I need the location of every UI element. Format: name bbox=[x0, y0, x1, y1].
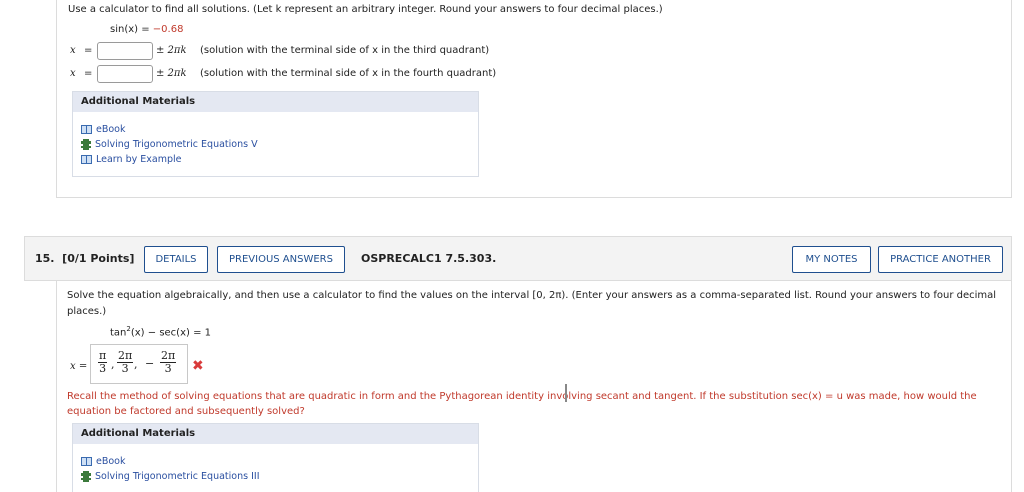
learn-by-example-label: Learn by Example bbox=[96, 154, 182, 165]
details-button[interactable]: DETAILS bbox=[144, 246, 208, 273]
instruction-text: Use a calculator to find all solutions. … bbox=[68, 4, 663, 15]
ebook-link-label: eBook bbox=[96, 124, 126, 135]
third-quadrant-answer-input[interactable] bbox=[97, 42, 153, 60]
equals-sign: = bbox=[84, 68, 93, 79]
previous-answers-button[interactable]: PREVIOUS ANSWERS bbox=[217, 246, 345, 273]
question-header: 15. [0/1 Points] DETAILS PREVIOUS ANSWER… bbox=[24, 236, 1012, 281]
hint-text: Recall the method of solving equations t… bbox=[67, 391, 977, 417]
incorrect-icon: ✖ bbox=[192, 358, 204, 374]
text-cursor bbox=[565, 384, 567, 402]
question-text: Solve the equation algebraically, and th… bbox=[67, 290, 997, 317]
additional-materials-title: Additional Materials bbox=[73, 92, 478, 112]
answer-fraction-2: 2π 3 bbox=[117, 349, 134, 375]
quadrant-note: (solution with the terminal side of x in… bbox=[200, 45, 490, 56]
fourth-quadrant-answer-input[interactable] bbox=[97, 65, 153, 83]
additional-materials-box: Additional Materials eBook Solving Trigo… bbox=[72, 423, 479, 492]
video-icon bbox=[81, 139, 91, 150]
answer-fraction-3: 2π 3 bbox=[160, 349, 177, 375]
ebook-link-label: eBook bbox=[96, 456, 126, 467]
equation-left: sin(x) = bbox=[110, 24, 153, 35]
book-icon bbox=[81, 457, 92, 466]
period-term: ± 2πk bbox=[156, 45, 187, 56]
equation-value: −0.68 bbox=[152, 24, 184, 35]
ebook-link[interactable]: eBook bbox=[81, 122, 470, 137]
video-link-label: Solving Trigonometric Equations III bbox=[95, 471, 260, 482]
question-equation: tan2(x) − sec(x) = 1 bbox=[110, 325, 211, 339]
additional-materials-box: Additional Materials eBook Solving Trigo… bbox=[72, 91, 479, 177]
variable-label: x bbox=[70, 68, 76, 79]
learn-by-example-link[interactable]: Learn by Example bbox=[81, 152, 470, 167]
variable-label: x bbox=[70, 45, 76, 56]
answer-minus: − bbox=[145, 357, 155, 370]
practice-another-button[interactable]: PRACTICE ANOTHER bbox=[878, 246, 1003, 273]
additional-materials-title: Additional Materials bbox=[73, 424, 478, 444]
ebook-link[interactable]: eBook bbox=[81, 454, 470, 469]
answer-separator: , bbox=[111, 358, 115, 371]
video-link[interactable]: Solving Trigonometric Equations V bbox=[81, 137, 470, 152]
answer-separator: , bbox=[134, 358, 138, 371]
question-code: OSPRECALC1 7.5.303. bbox=[361, 252, 497, 265]
answer-variable-label: x = bbox=[70, 361, 88, 372]
quadrant-note: (solution with the terminal side of x in… bbox=[200, 68, 497, 79]
my-notes-button[interactable]: MY NOTES bbox=[792, 246, 871, 273]
equals-sign: = bbox=[84, 45, 93, 56]
book-icon bbox=[81, 125, 92, 134]
answer-fraction-1: π3 bbox=[98, 349, 108, 375]
video-icon bbox=[81, 471, 91, 482]
video-link-label: Solving Trigonometric Equations V bbox=[95, 139, 258, 150]
period-term: ± 2πk bbox=[156, 68, 187, 79]
video-link[interactable]: Solving Trigonometric Equations III bbox=[81, 469, 470, 484]
book-icon bbox=[81, 155, 92, 164]
equation: sin(x) = −0.68 bbox=[110, 24, 183, 35]
question-number: 15. [0/1 Points] bbox=[35, 252, 135, 265]
